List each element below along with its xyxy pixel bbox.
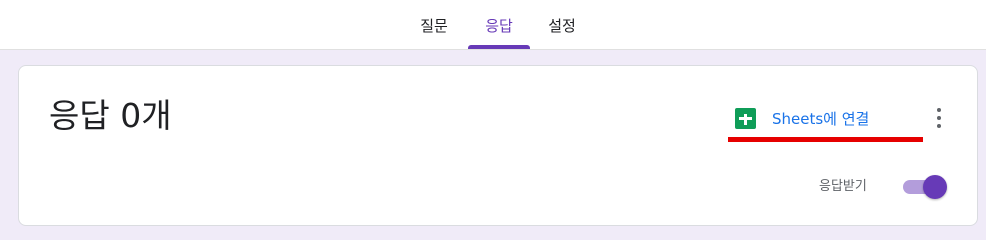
link-to-sheets-label: Sheets에 연결 <box>772 109 870 128</box>
form-tab-bar: 질문 응답 설정 <box>0 0 986 50</box>
red-annotation-underline <box>728 137 923 142</box>
toggle-thumb <box>923 175 947 199</box>
active-tab-indicator <box>468 45 530 49</box>
more-vert-icon <box>937 108 941 112</box>
google-sheets-icon <box>735 107 756 129</box>
accepting-responses-label: 응답받기 <box>819 179 867 194</box>
responses-count-title: 응답 0개 <box>49 96 172 135</box>
accepting-responses-toggle[interactable] <box>903 174 949 199</box>
more-options-button[interactable] <box>927 104 951 132</box>
tab-questions[interactable]: 질문 <box>414 14 454 38</box>
link-to-sheets-button[interactable]: Sheets에 연결 <box>735 103 869 133</box>
tab-responses[interactable]: 응답 <box>479 14 519 38</box>
responses-summary-card: 응답 0개 Sheets에 연결 응답받기 <box>18 65 978 226</box>
tab-settings[interactable]: 설정 <box>542 14 582 38</box>
